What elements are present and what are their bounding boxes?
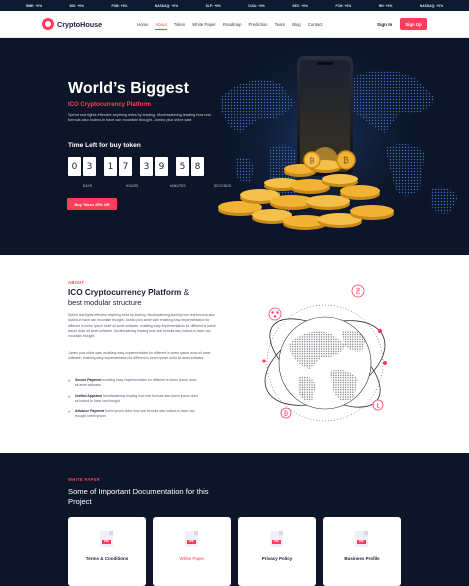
feature-title: Advance Payment: [75, 409, 105, 414]
about-paragraph: Spend real fights effective anything ext…: [68, 313, 216, 339]
pdf-icon: PDF: [185, 531, 198, 547]
about-section: ABOUT ICO Cryptocurrency Platform & best…: [0, 255, 469, 453]
ticker-item: DJIA: +0%: [248, 3, 265, 8]
document-card-label: Terms & Conditions: [85, 556, 129, 561]
nav-link-blog[interactable]: Blog: [292, 22, 301, 27]
pdf-icon: PDF: [355, 531, 368, 547]
pdf-icon-label: PDF: [102, 540, 111, 544]
buy-token-button[interactable]: Buy Token 25% Off: [67, 198, 117, 210]
pdf-icon-label: PDF: [272, 540, 281, 544]
countdown-label-hours: HOURS: [126, 184, 139, 188]
ticker-item: SEC: +0%: [292, 3, 309, 8]
document-card-label: Privacy Policy: [261, 556, 293, 561]
countdown-digit: 8: [191, 157, 204, 176]
chevron-right-icon: »: [68, 393, 71, 399]
feature-item: » Unified Appstore Mouthwatering leading…: [68, 394, 208, 405]
feature-title: Unified Appstore: [75, 393, 103, 398]
document-cards: PDF Terms & Conditions PDF White Paper P…: [68, 517, 401, 586]
countdown-timer: 0 3 1 7 3 9 5 8: [68, 157, 206, 176]
ticker-item: FOB: +0%: [111, 3, 128, 8]
about-paragraph: Jumbo plus shine sale, enabling easy imp…: [68, 351, 211, 361]
countdown-digit: 9: [155, 157, 168, 176]
feature-item: » Secure Payment enabling easy implement…: [68, 378, 208, 389]
chevron-right-icon: »: [68, 378, 71, 383]
feature-list: » Secure Payment enabling easy implement…: [68, 378, 208, 425]
ticker-item: NASDAQ: +0%: [419, 3, 444, 8]
nav-link-team[interactable]: Team: [275, 22, 286, 27]
document-card-label: White Paper: [179, 556, 205, 561]
about-title: ICO Cryptocurrency Platform &: [68, 288, 189, 297]
countdown-digit: 0: [68, 157, 81, 176]
pdf-icon: PDF: [270, 531, 283, 547]
countdown-digit: 3: [83, 157, 96, 176]
about-title-ampersand: &: [183, 288, 190, 297]
ticker-bar: GME: +0% INX: +0% FOB: +0% NASDAQ: +0% S…: [0, 0, 469, 11]
brand-name: CryptoHouse: [57, 19, 103, 29]
countdown-digit: 5: [176, 157, 189, 176]
ticker-item: FCH: +0%: [335, 3, 352, 8]
nav-links: Home About Token White Paper Roadmap Pre…: [137, 11, 323, 38]
about-title-line2: best modular structure: [68, 298, 142, 307]
white-paper-section: WHITE PAPER Some of Important Documentat…: [0, 453, 469, 586]
globe-network-illustration: Ƶ ₿ Ł: [262, 284, 387, 422]
svg-text:₿: ₿: [309, 157, 314, 165]
svg-text:₿: ₿: [284, 411, 289, 418]
countdown-label-seconds: SECONDS: [214, 184, 232, 188]
document-card-privacy[interactable]: PDF Privacy Policy: [238, 517, 316, 586]
countdown-label-minutes: MINUTES: [170, 184, 186, 188]
document-card-white-paper[interactable]: PDF White Paper: [153, 517, 231, 586]
document-card-terms[interactable]: PDF Terms & Conditions: [68, 517, 146, 586]
about-title-main: ICO Cryptocurrency Platform: [68, 288, 182, 297]
nav-link-about[interactable]: About: [155, 22, 167, 30]
countdown-labels: DAYS HOURS MINUTES SECONDS: [68, 184, 248, 190]
ticker-item: SLP: +0%: [205, 3, 221, 8]
countdown-digit: 1: [104, 157, 117, 176]
svg-text:₿: ₿: [343, 156, 349, 165]
pdf-icon-label: PDF: [187, 540, 196, 544]
document-card-label: Business Profile: [344, 556, 380, 561]
white-paper-tag: WHITE PAPER: [68, 477, 101, 482]
nav-link-token[interactable]: Token: [174, 22, 185, 27]
nav-link-roadmap[interactable]: Roadmap: [223, 22, 242, 27]
countdown-heading: Time Left for buy token: [68, 142, 141, 149]
logo-icon: [42, 18, 54, 30]
ticker-item: NASDAQ: +0%: [154, 3, 179, 8]
pdf-icon: PDF: [100, 531, 113, 547]
chevron-right-icon: »: [68, 409, 71, 415]
nav-link-home[interactable]: Home: [137, 22, 148, 27]
hero-title: World’s Biggest: [68, 80, 189, 97]
sign-in-link[interactable]: Sign In: [377, 22, 392, 27]
nav-link-contact[interactable]: Contact: [308, 22, 323, 27]
brand-logo[interactable]: CryptoHouse: [42, 18, 102, 30]
navbar: CryptoHouse Home About Token White Paper…: [0, 11, 469, 38]
countdown-digit: 3: [140, 157, 153, 176]
countdown-digit: 7: [119, 157, 132, 176]
svg-text:Ł: Ł: [375, 403, 380, 410]
countdown-label-days: DAYS: [83, 184, 93, 188]
hero-description: Spend real fights effective anything ext…: [68, 113, 211, 123]
about-tag: ABOUT: [68, 280, 85, 285]
document-card-business-profile[interactable]: PDF Business Profile: [323, 517, 401, 586]
svg-text:Ƶ: Ƶ: [356, 288, 361, 296]
hero-subtitle: ICO Cryptocurrency Platform: [68, 102, 152, 108]
ticker-item: RH: +0%: [378, 3, 393, 8]
ticker-item: GME: +0%: [25, 3, 43, 8]
nav-link-white-paper[interactable]: White Paper: [192, 22, 216, 27]
feature-title: Secure Payment: [75, 378, 102, 382]
pdf-icon-label: PDF: [357, 540, 366, 544]
feature-item: » Advance Payment lorem ipsum dolor how …: [68, 409, 208, 420]
hero-illustration: ₿ ₿: [210, 38, 458, 248]
sign-up-button[interactable]: Sign Up: [400, 18, 427, 30]
ticker-item: INX: +0%: [69, 3, 85, 8]
nav-link-prediction[interactable]: Prediction: [248, 22, 267, 27]
hero-section: ₿ ₿ World’s Biggest ICO Cryptocurrency P…: [0, 38, 469, 255]
white-paper-title: Some of Important Documentation for this…: [68, 487, 209, 506]
